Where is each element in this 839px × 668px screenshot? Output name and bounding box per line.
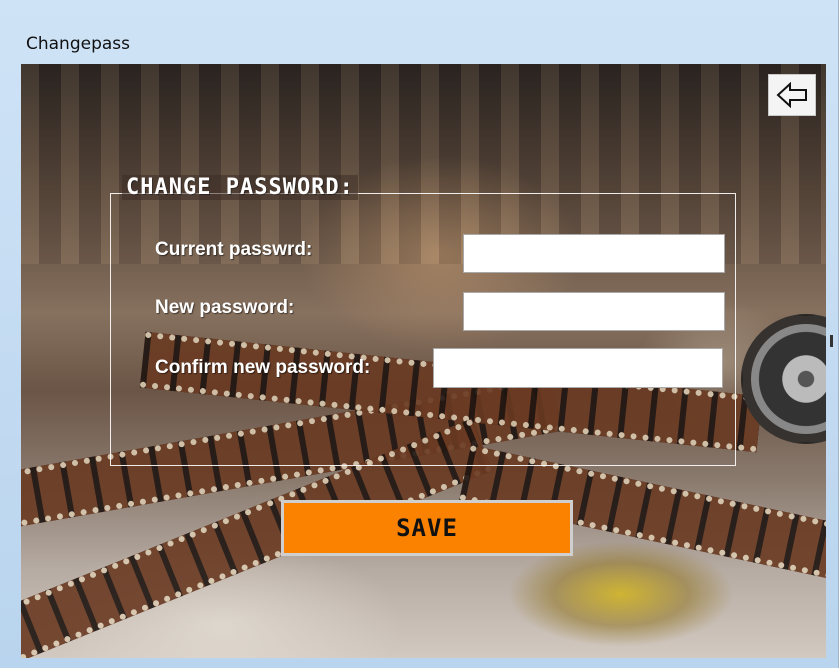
window-title: Changepass	[26, 34, 131, 54]
arrow-left-icon	[776, 82, 807, 108]
save-button[interactable]: SAVE	[281, 500, 573, 556]
current-password-label: Current passwrd:	[155, 239, 313, 260]
window-edge-marker	[830, 335, 833, 347]
change-password-window: Changepass CHANGE PASSWORD: Current pass…	[0, 0, 839, 668]
current-password-input[interactable]	[463, 234, 725, 273]
confirm-password-label: Confirm new password:	[155, 357, 371, 378]
new-password-input[interactable]	[463, 292, 725, 331]
title-bar[interactable]: Changepass	[0, 0, 839, 64]
new-password-label: New password:	[155, 297, 295, 318]
form-area: CHANGE PASSWORD: Current passwrd: New pa…	[21, 64, 826, 658]
change-password-groupbox: CHANGE PASSWORD: Current passwrd: New pa…	[110, 175, 736, 466]
back-button[interactable]	[768, 74, 816, 116]
groupbox-title: CHANGE PASSWORD:	[122, 175, 358, 200]
confirm-password-input[interactable]	[433, 348, 723, 388]
